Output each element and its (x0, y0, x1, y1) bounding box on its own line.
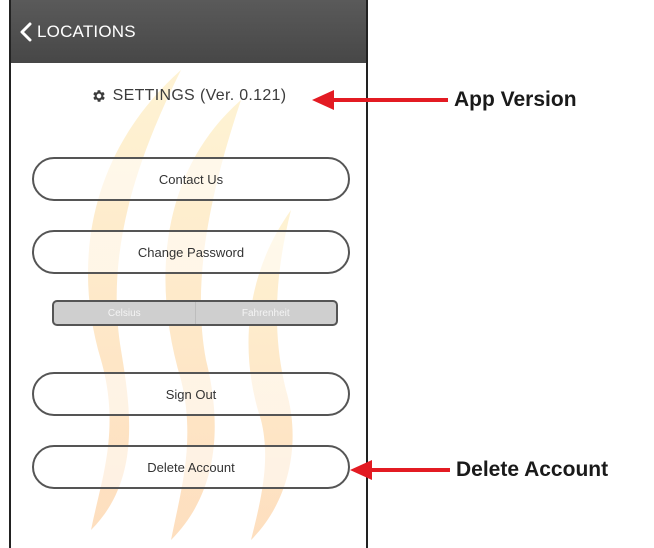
top-bar: LOCATIONS (11, 0, 366, 63)
phone-screen: LOCATIONS SETTINGS (Ver. 0.121) Contact … (9, 0, 368, 548)
settings-title: SETTINGS (112, 87, 196, 104)
app-version-annotation: App Version (454, 88, 577, 111)
delete-account-button[interactable]: Delete Account (32, 445, 350, 489)
temperature-unit-toggle: Celsius Fahrenheit (52, 300, 338, 326)
back-button[interactable]: LOCATIONS (19, 22, 136, 42)
sign-out-button[interactable]: Sign Out (32, 372, 350, 416)
delete-account-annotation: Delete Account (456, 458, 609, 481)
app-version-callout: App Version (312, 88, 577, 112)
app-version: (Ver. 0.121) (200, 87, 287, 104)
fahrenheit-option[interactable]: Fahrenheit (194, 302, 337, 324)
back-button-label: LOCATIONS (37, 21, 136, 41)
delete-account-callout: Delete Account (350, 458, 608, 482)
arrow-left-icon (312, 90, 448, 110)
contact-us-button[interactable]: Contact Us (32, 157, 350, 201)
celsius-option[interactable]: Celsius (54, 302, 195, 324)
gear-icon (92, 90, 105, 102)
arrow-left-icon (350, 460, 450, 480)
chevron-left-icon (20, 22, 32, 41)
change-password-button[interactable]: Change Password (32, 230, 350, 274)
